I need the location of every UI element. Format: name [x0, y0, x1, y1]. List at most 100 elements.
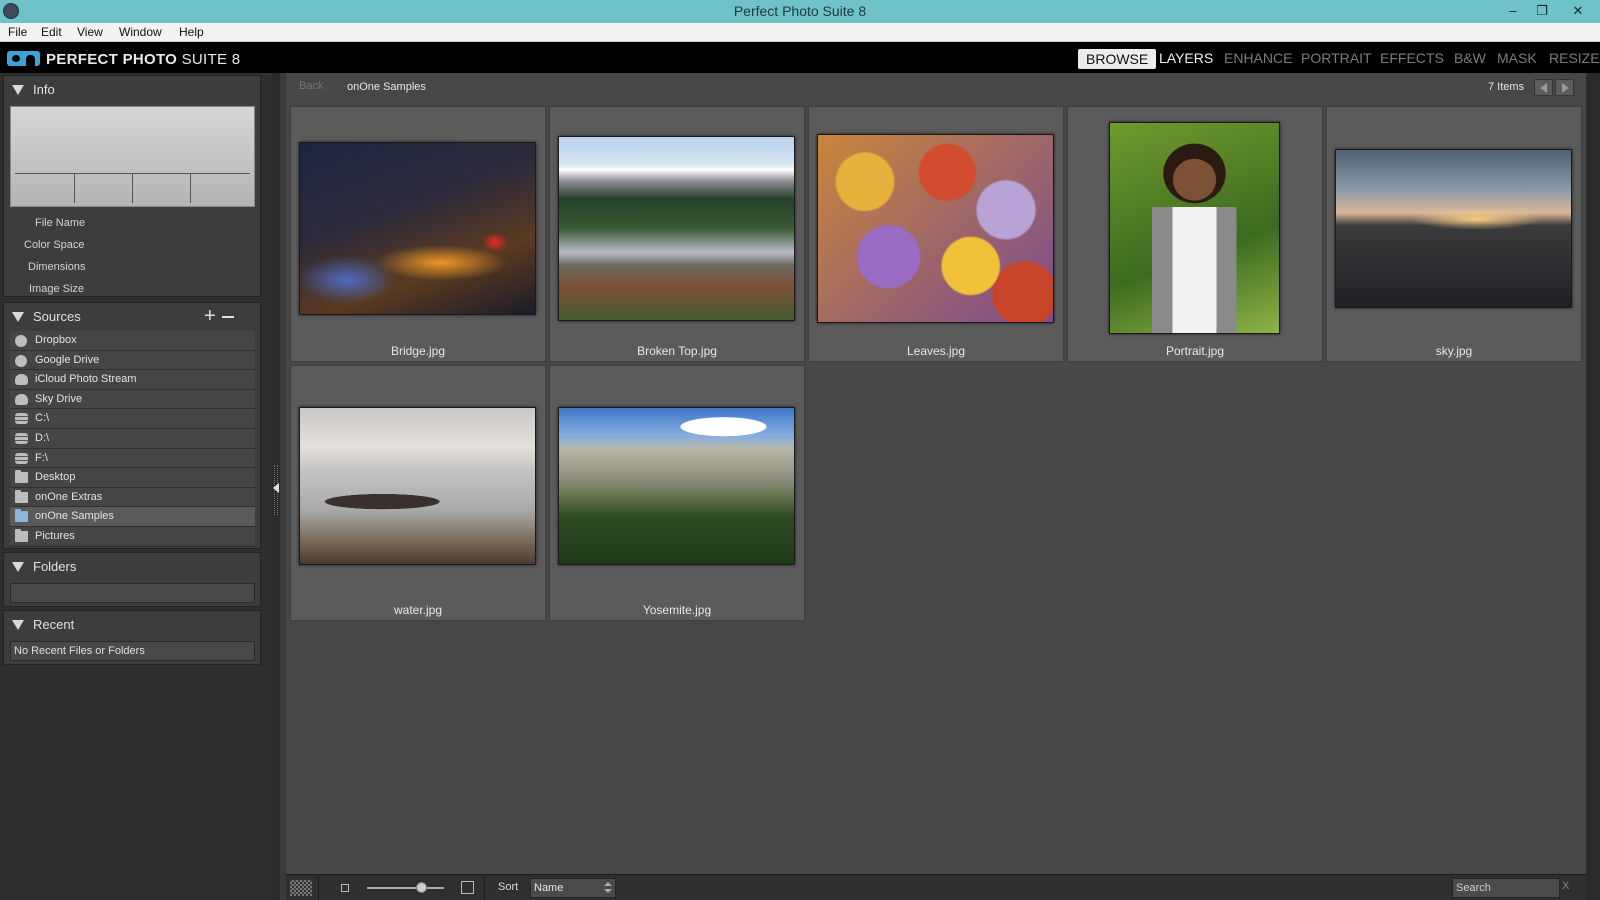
recent-list: No Recent Files or Folders: [10, 641, 255, 661]
add-source-button[interactable]: +: [204, 305, 216, 327]
toolbar-divider: [484, 877, 485, 899]
clear-search-button[interactable]: X: [1562, 880, 1569, 892]
previous-button[interactable]: [1534, 79, 1553, 96]
source-item-pictures[interactable]: Pictures: [10, 526, 255, 547]
info-header[interactable]: Info: [4, 76, 260, 104]
minimize-button[interactable]: ‒: [1499, 1, 1527, 20]
histogram-divider: [74, 173, 75, 203]
histogram-divider: [132, 173, 133, 203]
thumbnail-image[interactable]: [558, 136, 795, 321]
window-title: Perfect Photo Suite 8: [733, 3, 867, 19]
app-logo-text: PERFECT PHOTO SUITE 8: [46, 51, 240, 68]
collapse-triangle-icon[interactable]: [12, 562, 24, 572]
source-label: Google Drive: [35, 353, 100, 366]
search-input[interactable]: [1453, 879, 1559, 897]
source-item-onone-samples[interactable]: onOne Samples: [10, 507, 255, 527]
menu-help[interactable]: Help: [179, 25, 204, 39]
sources-panel: Sources + Dropbox Google Drive iCloud Ph…: [3, 302, 261, 549]
thumbnail-caption: Broken Top.jpg: [637, 344, 717, 358]
maximize-button[interactable]: ❐: [1528, 1, 1556, 20]
info-panel: Info File Name Color Space Dimensions Im…: [3, 75, 261, 297]
source-label: Dropbox: [35, 334, 77, 346]
collapse-triangle-icon[interactable]: [12, 620, 24, 630]
module-effects[interactable]: EFFECTS: [1380, 50, 1444, 66]
source-item-google-drive[interactable]: Google Drive: [10, 350, 255, 371]
grid-view-icon[interactable]: [290, 880, 312, 896]
menu-file[interactable]: File: [8, 25, 27, 39]
menu-edit[interactable]: Edit: [41, 25, 62, 39]
module-layers[interactable]: LAYERS: [1159, 50, 1213, 66]
info-image-size-label: Image Size: [29, 283, 85, 295]
folders-tree[interactable]: [10, 583, 255, 603]
sources-header[interactable]: Sources +: [4, 303, 260, 331]
arrow-left-icon: [1540, 83, 1547, 93]
small-thumbnail-icon[interactable]: [341, 884, 349, 892]
collapse-triangle-icon[interactable]: [12, 85, 24, 95]
recent-panel: Recent No Recent Files or Folders: [3, 610, 261, 665]
source-item-f-drive[interactable]: F:\: [10, 448, 255, 469]
collapse-arrow-icon[interactable]: [273, 483, 279, 493]
module-portrait[interactable]: PORTRAIT: [1301, 50, 1372, 66]
breadcrumb: Back onOne Samples 7 Items: [286, 73, 1586, 103]
recent-empty-message: No Recent Files or Folders: [14, 645, 145, 657]
thumbnail-image[interactable]: [1335, 149, 1572, 308]
collapse-triangle-icon[interactable]: [12, 312, 24, 322]
thumbnail-image[interactable]: [299, 407, 536, 565]
source-label: Pictures: [35, 529, 75, 542]
thumbnail-image[interactable]: [299, 142, 536, 315]
source-item-sky-drive[interactable]: Sky Drive: [10, 389, 255, 410]
slider-handle[interactable]: [416, 882, 428, 893]
browser-area: Back onOne Samples 7 Items Bridge.jpg Br…: [286, 73, 1586, 900]
thumbnail-image[interactable]: [558, 407, 795, 565]
close-button[interactable]: ✕: [1558, 1, 1598, 20]
thumbnail-tile[interactable]: Leaves.jpg: [808, 106, 1064, 362]
thumbnail-caption: Bridge.jpg: [390, 344, 446, 358]
thumbnail-size-slider[interactable]: [367, 887, 444, 889]
source-label: C:\: [35, 412, 50, 425]
source-item-icloud[interactable]: iCloud Photo Stream: [10, 370, 255, 390]
source-label: Sky Drive: [35, 392, 83, 405]
module-resize[interactable]: RESIZE: [1549, 50, 1600, 66]
source-item-desktop[interactable]: Desktop: [10, 468, 255, 488]
thumbnail-tile[interactable]: water.jpg: [290, 365, 546, 621]
panel-splitter[interactable]: [272, 73, 280, 900]
thumbnail-tile[interactable]: Broken Top.jpg: [549, 106, 805, 362]
module-enhance[interactable]: ENHANCE: [1224, 50, 1292, 66]
next-button[interactable]: [1555, 79, 1574, 96]
module-mask[interactable]: MASK: [1497, 50, 1537, 66]
thumbnail-image[interactable]: [1109, 122, 1280, 334]
histogram: [10, 106, 255, 207]
arrow-right-icon: [1562, 83, 1569, 93]
source-label: F:\: [35, 451, 48, 464]
source-item-dropbox[interactable]: Dropbox: [10, 331, 255, 351]
thumbnail-tile[interactable]: Yosemite.jpg: [549, 365, 805, 621]
large-thumbnail-icon[interactable]: [461, 881, 474, 894]
sources-list: Dropbox Google Drive iCloud Photo Stream…: [10, 331, 255, 547]
thumbnail-tile[interactable]: sky.jpg: [1326, 106, 1582, 362]
menu-view[interactable]: View: [77, 25, 103, 39]
title-bar: Perfect Photo Suite 8 ‒ ❐ ✕: [0, 0, 1600, 23]
logo-name-bold: PERFECT PHOTO: [46, 51, 178, 68]
module-bw[interactable]: B&W: [1454, 50, 1486, 66]
disk-icon: [15, 452, 28, 464]
module-browse[interactable]: BROWSE: [1078, 49, 1157, 69]
thumbnail-tile[interactable]: Bridge.jpg: [290, 106, 546, 362]
folders-header[interactable]: Folders: [4, 553, 260, 581]
source-item-onone-extras[interactable]: onOne Extras: [10, 487, 255, 508]
sources-title: Sources: [33, 309, 81, 324]
onone-logo-icon: [7, 51, 40, 66]
remove-source-button[interactable]: [222, 316, 234, 318]
thumbnail-tile[interactable]: Portrait.jpg: [1067, 106, 1323, 362]
sort-value: Name: [534, 882, 564, 894]
folders-panel: Folders: [3, 552, 261, 607]
menu-window[interactable]: Window: [119, 25, 162, 39]
current-path[interactable]: onOne Samples: [347, 81, 426, 93]
menu-bar: File Edit View Window Help: [0, 23, 1600, 42]
source-item-d-drive[interactable]: D:\: [10, 428, 255, 449]
thumbnail-image[interactable]: [817, 134, 1054, 323]
back-button[interactable]: Back: [299, 80, 323, 92]
source-item-c-drive[interactable]: C:\: [10, 409, 255, 429]
recent-header[interactable]: Recent: [4, 611, 260, 639]
sort-select[interactable]: Name: [530, 878, 616, 898]
search-box[interactable]: [1452, 878, 1560, 898]
